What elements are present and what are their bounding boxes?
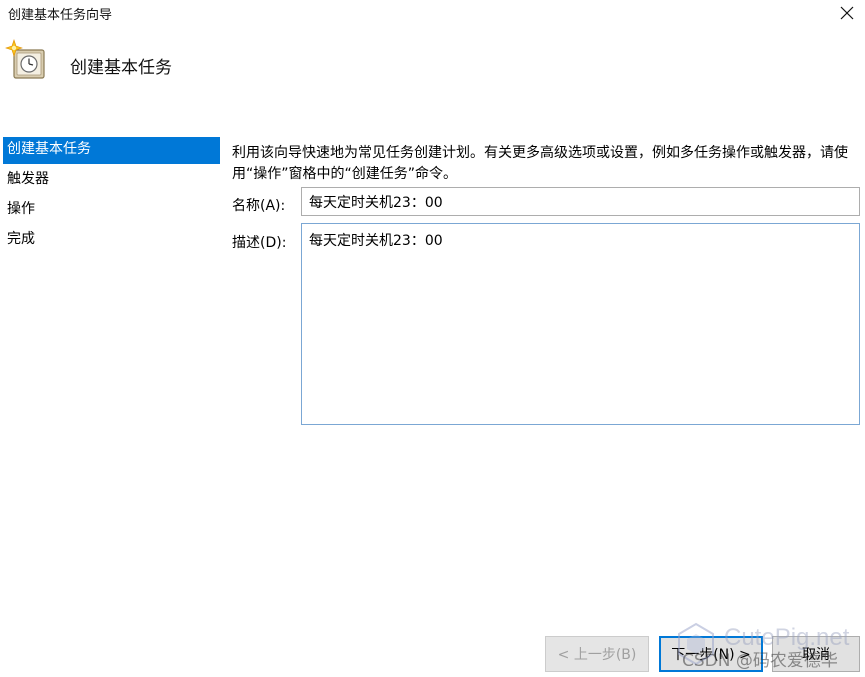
task-scheduler-clock-icon (5, 39, 45, 79)
window-title: 创建基本任务向导 (8, 8, 113, 23)
wizard-header: 创建基本任务 (0, 26, 865, 134)
cancel-button[interactable]: 取消 (772, 636, 860, 672)
wizard-window: 创建基本任务向导 创建基本任务 创建基本任务 触发器 操作 完成 利用该向导快速… (0, 0, 865, 677)
step-trigger[interactable]: 触发器 (3, 167, 220, 194)
step-create-basic-task[interactable]: 创建基本任务 (3, 137, 220, 164)
name-input[interactable] (301, 187, 860, 216)
close-button[interactable] (828, 0, 865, 26)
page-title: 创建基本任务 (70, 58, 172, 78)
step-action[interactable]: 操作 (3, 197, 220, 224)
wizard-description: 利用该向导快速地为常见任务创建计划。有关更多高级选项或设置，例如多任务操作或触发… (232, 145, 848, 182)
title-bar: 创建基本任务向导 (0, 0, 865, 26)
description-textarea[interactable]: 每天定时关机23：00 (301, 223, 860, 425)
description-label: 描述(D): (232, 235, 287, 251)
next-button[interactable]: 下一步(N) > (659, 636, 763, 672)
wizard-steps: 创建基本任务 触发器 操作 完成 (0, 137, 221, 617)
close-icon (840, 6, 853, 20)
step-finish[interactable]: 完成 (3, 227, 220, 254)
name-label: 名称(A): (232, 198, 286, 214)
back-button[interactable]: < 上一步(B) (545, 636, 649, 672)
